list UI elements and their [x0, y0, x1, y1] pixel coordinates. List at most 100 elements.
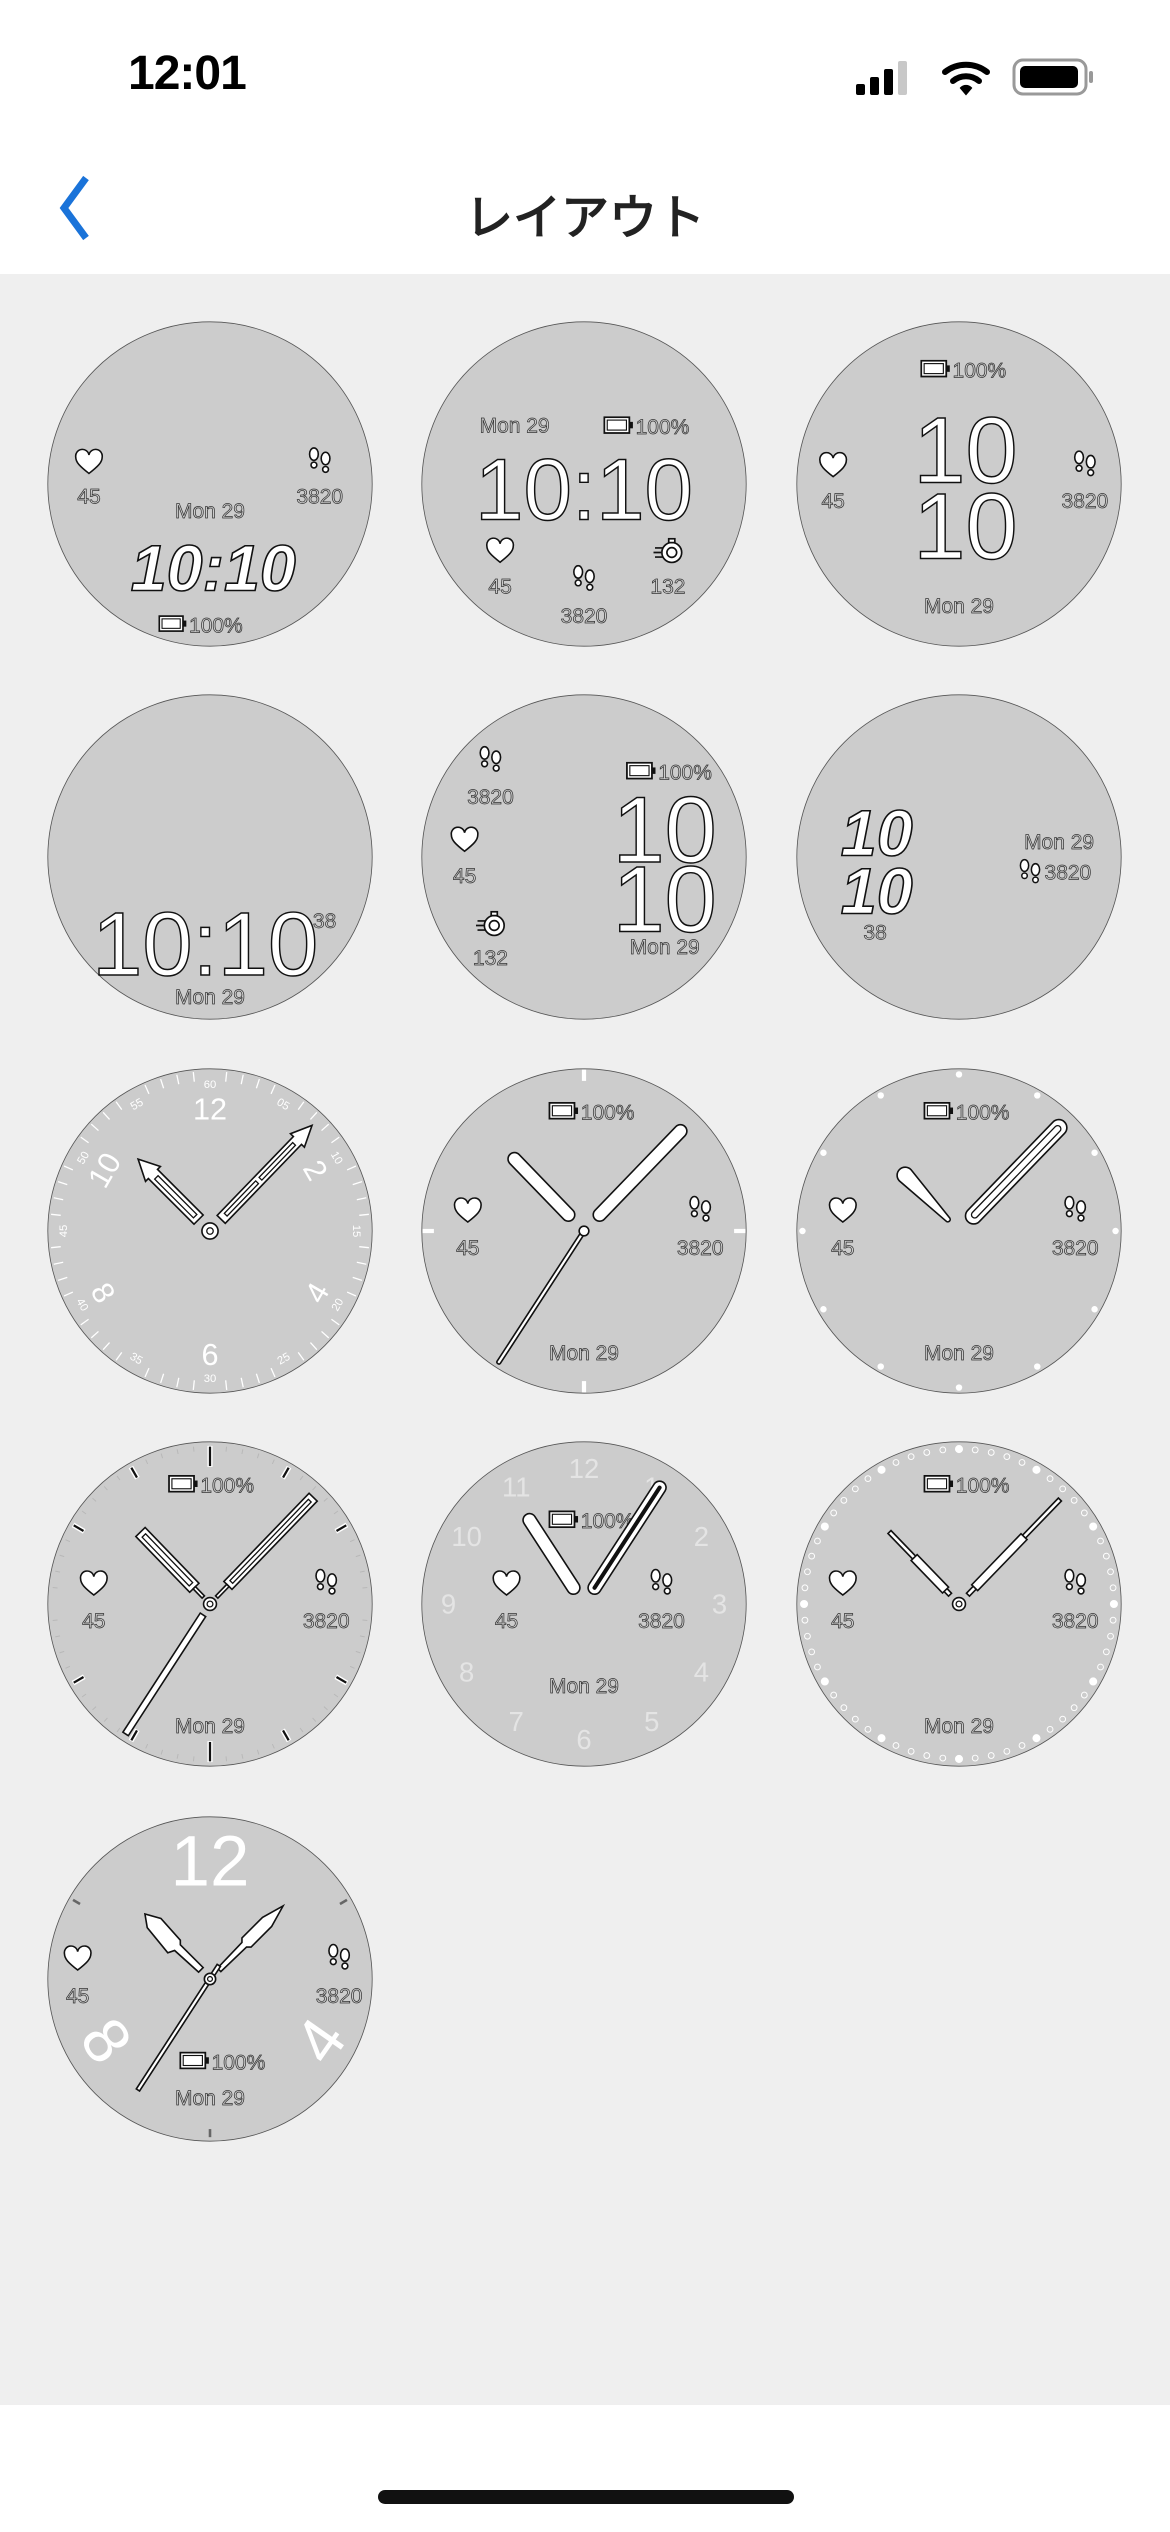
heart-rate: 45: [495, 1610, 518, 1633]
hour-dot: [1091, 1306, 1098, 1313]
center-cap: [202, 1596, 218, 1612]
hour-dot: [800, 1599, 809, 1609]
battery-level: 100%: [956, 1102, 1010, 1125]
battery-icon: [1012, 58, 1093, 96]
hour-dot: [954, 1754, 964, 1763]
battery-icon: [920, 359, 951, 378]
hour-dot: [1034, 1092, 1041, 1099]
numeral-12: 12: [171, 1822, 250, 1901]
date: Mon 29: [630, 936, 700, 959]
hour-dot: [820, 1149, 827, 1156]
digital-minutes: 10: [913, 473, 1017, 578]
watch-face-layout-10[interactable]: 100% 45 3820 Mon 29: [47, 1441, 373, 1767]
date: Mon 29: [549, 1342, 619, 1365]
battery-icon: [548, 1510, 579, 1529]
hour-dot: [820, 1677, 829, 1686]
battery-icon: [179, 2051, 210, 2070]
hour-marker-core: [208, 1741, 212, 1762]
watch-face-layout-7[interactable]: 600510152025303540455055 12246810: [47, 1068, 373, 1394]
watch-face-layout-8[interactable]: 100% 45 3820 Mon 29: [421, 1068, 747, 1394]
battery-icon: [158, 615, 188, 632]
hour-dot: [1032, 1734, 1041, 1743]
minute-numeral: 30: [204, 1373, 217, 1385]
steps: 3820: [561, 605, 608, 628]
status-icons: [856, 58, 1093, 96]
hour-dot: [877, 1734, 886, 1743]
hour-numeral: 12: [569, 1453, 600, 1484]
digital-time: 10:10: [92, 894, 318, 995]
watch-face-layout-4[interactable]: 10:10 38 Mon 29: [47, 694, 373, 1020]
minute-numeral: 15: [350, 1225, 362, 1238]
heart-rate: 45: [456, 1237, 479, 1260]
watch-face-layout-12[interactable]: 100% 45 3820 Mon 29: [796, 1441, 1122, 1767]
watch-face-layout-3[interactable]: 100% 10 10 45 3820 Mon 29: [796, 321, 1122, 647]
heart-rate: 45: [66, 1985, 89, 2008]
steps: 3820: [1045, 862, 1092, 885]
watch-face-layout-5[interactable]: 3820 45 132 100% 10 10 Mon 29: [421, 694, 747, 1020]
battery-icon: [548, 1101, 579, 1120]
steps: 3820: [1052, 1610, 1099, 1633]
hour-dot: [1034, 1363, 1041, 1370]
date: Mon 29: [175, 986, 245, 1009]
watch-face-layout-11[interactable]: 121234567891011 100% 45 3820 Mon 29: [421, 1441, 747, 1767]
battery-icon: [923, 1474, 954, 1493]
center-cap: [578, 1225, 590, 1237]
status-time: 12:01: [128, 47, 247, 100]
battery-level: 100%: [956, 1475, 1010, 1498]
hour-dot: [820, 1306, 827, 1313]
date: Mon 29: [1024, 831, 1094, 854]
steps: 3820: [296, 485, 343, 508]
hour-marker: [207, 1741, 213, 1763]
hour-dot: [955, 1071, 963, 1078]
watch-face-layout-6[interactable]: 10 10 38 Mon 29 3820: [796, 694, 1122, 1020]
hour-numeral: 2: [694, 1521, 709, 1552]
heart-rate: 45: [488, 576, 511, 599]
calories: 132: [473, 947, 508, 970]
hour-dot: [1089, 1522, 1098, 1531]
center-cap: [203, 1972, 217, 1986]
calories: 132: [650, 576, 685, 599]
seconds: 38: [863, 921, 886, 944]
hour-dot: [1112, 1227, 1119, 1235]
hour-numeral: 4: [694, 1656, 709, 1687]
hour-dot: [955, 1384, 963, 1391]
heart-rate: 45: [821, 490, 844, 513]
battery-level: 100%: [953, 359, 1007, 382]
battery-icon: [603, 416, 634, 434]
heart-rate: 45: [82, 1610, 105, 1633]
watch-face-layout-2[interactable]: Mon 29 100% 10:10 45 3820 132: [421, 321, 747, 647]
hour-numeral: 7: [509, 1706, 524, 1737]
hour-numeral: 8: [459, 1656, 474, 1687]
heart-rate: 45: [77, 485, 100, 508]
heart-rate: 45: [831, 1610, 854, 1633]
digital-time: 10:10: [131, 533, 296, 605]
hour-dot: [877, 1092, 884, 1099]
heart-rate: 45: [453, 865, 476, 888]
steps: 3820: [316, 1985, 363, 2008]
date: Mon 29: [175, 2087, 245, 2110]
heart-rate: 45: [831, 1237, 854, 1260]
minute-numeral: 45: [58, 1225, 70, 1238]
steps: 3820: [1052, 1237, 1099, 1260]
date: Mon 29: [175, 500, 245, 523]
hour-numeral: 6: [201, 1338, 218, 1372]
watch-face-layout-9[interactable]: 100% 45 3820 Mon 29: [796, 1068, 1122, 1394]
battery-level: 100%: [581, 1102, 635, 1125]
watch-face-layout-13[interactable]: 12 4 8 45 3820 100% Mon 29: [47, 1816, 373, 2142]
wifi-icon: [942, 61, 990, 96]
steps: 3820: [1062, 490, 1109, 513]
hour-dot: [1091, 1149, 1098, 1156]
hour-dot: [877, 1465, 886, 1474]
center-cap: [951, 1596, 967, 1612]
home-indicator[interactable]: [378, 2490, 794, 2504]
digital-time: 10:10: [475, 442, 693, 539]
hour-dot: [820, 1522, 829, 1531]
seconds: 38: [313, 910, 336, 933]
watch-face-layout-1[interactable]: 45 3820 Mon 29 10:10 100%: [47, 321, 373, 647]
hour-numeral: 5: [644, 1706, 659, 1737]
date: Mon 29: [480, 414, 550, 437]
battery-level: 100%: [636, 416, 690, 439]
hour-numeral: 11: [502, 1471, 530, 1502]
hour-numeral: 9: [441, 1589, 456, 1620]
hour-dot: [954, 1445, 964, 1454]
